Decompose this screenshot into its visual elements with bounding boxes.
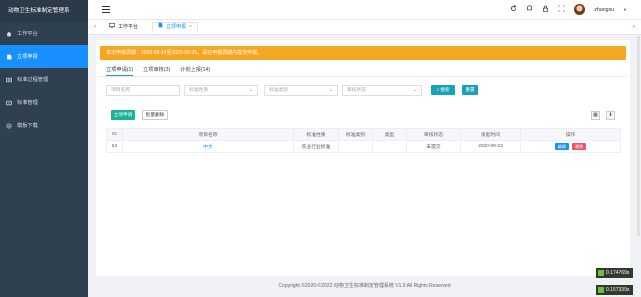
notice-banner: 本次申报周期：2020-09-14至2020-09-25，请在申报周期内提交申报… xyxy=(100,46,626,60)
column-header[interactable]: 项目名称 xyxy=(122,128,294,141)
file-icon xyxy=(158,22,163,33)
sidebar: 动物卫生标准制定管理系 工作平台 立项申报 标准过程管理 标准管理 模板下载 xyxy=(0,0,88,297)
column-header[interactable]: 标准类别 xyxy=(338,128,373,141)
column-header[interactable]: 类型 xyxy=(372,128,407,141)
select-placeholder: 审核状态 xyxy=(347,88,367,93)
table-header-row: ID 项目名称 标准性质 标准类别 类型 审核状态 发起时间 操作 xyxy=(106,128,621,141)
project-name-input[interactable]: 项目名称 xyxy=(106,85,180,96)
top-bar: zhangxu ▼ xyxy=(88,0,641,20)
lock-icon[interactable] xyxy=(542,5,549,14)
subtab-application[interactable]: 立项申请(1) xyxy=(106,66,134,76)
sidebar-item-label: 标准管理 xyxy=(17,100,38,106)
search-icon: ⌕ xyxy=(436,87,440,92)
reset-button[interactable]: 重置 xyxy=(462,85,478,95)
main-content: 本次申报周期：2020-09-14至2020-09-25，请在申报周期内提交申报… xyxy=(96,40,630,276)
cell-type xyxy=(372,140,407,153)
subtab-plan-report[interactable]: 计划上报(14) xyxy=(180,66,210,76)
timer-badge: 0.157339s xyxy=(596,285,633,295)
sidebar-item-label: 立项申报 xyxy=(17,54,38,60)
tab-bar: ‹ 工作平台 立项申报 × › xyxy=(88,20,641,35)
delete-button[interactable]: 删除 xyxy=(572,143,587,150)
search-button-label: 搜索 xyxy=(440,87,450,92)
column-header[interactable]: 标准性质 xyxy=(293,128,339,141)
column-header: 操作 xyxy=(520,128,621,141)
sidebar-item-label: 标准过程管理 xyxy=(17,77,49,83)
sidebar-item-label: 工作平台 xyxy=(17,31,38,37)
column-header[interactable]: 发起时间 xyxy=(460,128,521,141)
data-table: ID 项目名称 标准性质 标准类别 类型 审核状态 发起时间 操作 54 中文 … xyxy=(106,128,621,153)
sidebar-item-project-application[interactable]: 立项申报 xyxy=(0,45,88,68)
tab-scroll-right-icon[interactable]: › xyxy=(629,22,639,33)
chevron-down-icon[interactable]: ▼ xyxy=(623,7,627,12)
tab-project-application[interactable]: 立项申报 × xyxy=(152,22,198,33)
sidebar-item-template-download[interactable]: 模板下载 xyxy=(0,114,88,137)
chevron-down-icon: ⌄ xyxy=(412,88,417,93)
tab-scroll-left-icon[interactable]: ‹ xyxy=(90,22,100,33)
select-placeholder: 标准类别 xyxy=(269,88,289,93)
timer-badge: 0.174769s xyxy=(596,268,633,278)
refresh-icon[interactable] xyxy=(510,5,517,14)
sidebar-item-label: 模板下载 xyxy=(17,123,38,129)
divider xyxy=(100,76,626,77)
standard-nature-select[interactable]: 标准性质 ⌄ xyxy=(184,85,258,96)
standard-category-select[interactable]: 标准类别 ⌄ xyxy=(264,85,338,96)
list-icon xyxy=(6,100,12,106)
file-icon xyxy=(6,54,12,60)
monitor-icon xyxy=(109,22,115,33)
batch-delete-button[interactable]: 批量删除 xyxy=(142,110,168,120)
list-icon xyxy=(6,77,12,83)
search-button[interactable]: ⌕ 搜索 xyxy=(431,85,455,95)
subtabs: 立项申请(1) 立项审核(3) 计划上报(14) xyxy=(106,66,210,76)
project-link[interactable]: 中文 xyxy=(203,145,213,150)
export-icon[interactable]: ⬇ xyxy=(606,111,615,120)
cell-id: 54 xyxy=(106,140,123,153)
fullscreen-icon[interactable] xyxy=(558,5,566,14)
home-icon xyxy=(6,31,12,37)
tab-workbench[interactable]: 工作平台 xyxy=(104,22,143,33)
cell-actions: 编辑 删除 xyxy=(520,140,621,153)
chevron-down-icon: ⌄ xyxy=(248,88,253,93)
footer-copyright: Copyright ©2020-©2022 动物卫生标准制定管理系统 V1.0 … xyxy=(278,283,451,289)
edit-button[interactable]: 编辑 xyxy=(554,143,569,150)
subtab-review[interactable]: 立项审核(3) xyxy=(143,66,170,76)
sidebar-item-process-management[interactable]: 标准过程管理 xyxy=(0,68,88,91)
column-header[interactable]: 审核状态 xyxy=(406,128,461,141)
close-icon[interactable]: × xyxy=(189,22,192,33)
cell-status: 未提交 xyxy=(406,140,461,153)
tab-label: 工作平台 xyxy=(118,24,139,30)
columns-icon[interactable]: ▦ xyxy=(591,111,600,120)
user-name[interactable]: zhangxu xyxy=(594,7,614,13)
table-row: 54 中文 农业行业标准 未提交 2020-09-23 编辑 删除 xyxy=(106,140,621,153)
gear-icon xyxy=(6,122,12,129)
tab-label: 立项申报 xyxy=(166,24,187,30)
avatar[interactable] xyxy=(574,4,586,15)
cell-category xyxy=(338,140,373,153)
bell-icon[interactable] xyxy=(526,5,533,14)
app-title: 动物卫生标准制定管理系 xyxy=(0,0,88,22)
review-status-select[interactable]: 审核状态 ⌄ xyxy=(342,85,422,96)
add-application-button[interactable]: 立项申请 xyxy=(111,110,135,120)
cell-project-name[interactable]: 中文 xyxy=(122,140,294,153)
page-scrollbar[interactable] xyxy=(637,36,640,236)
select-placeholder: 标准性质 xyxy=(189,88,209,93)
column-header[interactable]: ID xyxy=(106,128,123,141)
cell-date: 2020-09-23 xyxy=(460,140,521,153)
top-toolbar: zhangxu ▼ xyxy=(510,4,627,15)
sidebar-item-standard-management[interactable]: 标准管理 xyxy=(0,91,88,114)
cell-nature: 农业行业标准 xyxy=(293,140,339,153)
chevron-down-icon: ⌄ xyxy=(328,88,333,93)
sidebar-item-workbench[interactable]: 工作平台 xyxy=(0,22,88,45)
menu-toggle-icon[interactable] xyxy=(102,6,110,13)
